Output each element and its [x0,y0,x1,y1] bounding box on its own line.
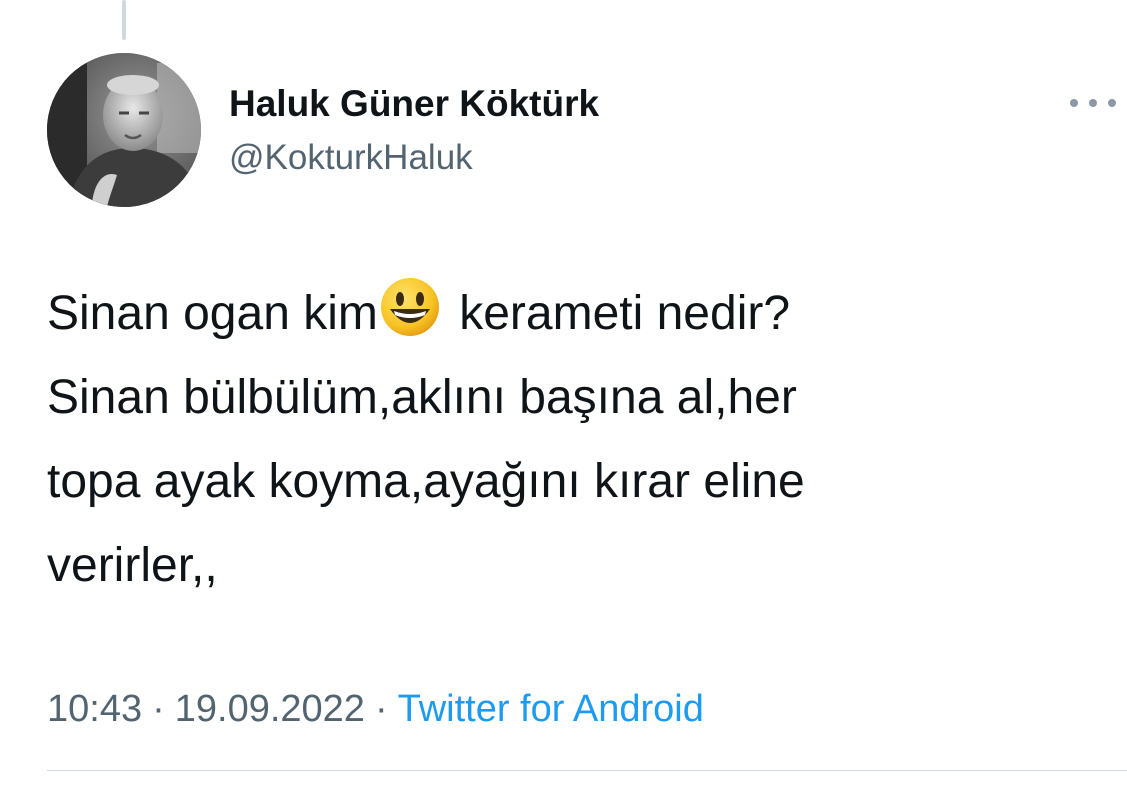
tweet-metadata: 10:43 · 19.09.2022 · Twitter for Android [47,684,704,734]
more-dots-icon [1070,99,1078,107]
tweet-text-segment: Sinan ogan kim [47,287,378,340]
author-handle[interactable]: @KokturkHaluk [229,136,473,180]
tweet-line-3: topa ayak koyma,ayağını kırar eline [47,455,805,508]
thread-connector-line [122,0,126,40]
meta-separator: · [374,688,388,730]
tweet-detail: Haluk Güner Köktürk @KokturkHaluk Sinan … [0,0,1127,786]
tweet-text-segment: kerameti nedir? [445,287,791,340]
grinning-face-emoji-icon [378,275,442,339]
more-dots-icon [1089,99,1097,107]
tweet-source-link[interactable]: Twitter for Android [398,688,704,730]
divider [47,770,1127,771]
tweet-date[interactable]: 19.09.2022 [175,688,365,730]
tweet-line-1: Sinan ogan kim kerameti nedir? [47,272,1067,356]
tweet-line-4: verirler,, [47,539,218,592]
avatar[interactable] [47,53,201,207]
author-display-name[interactable]: Haluk Güner Köktürk [229,80,599,128]
more-dots-icon [1108,99,1116,107]
tweet-line-2: Sinan bülbülüm,aklını başına al,her [47,371,797,424]
tweet-text: Sinan ogan kim kerameti nedir? Sinan bül… [47,272,1067,608]
tweet-time[interactable]: 10:43 [47,688,142,730]
meta-separator: · [152,688,165,730]
more-options-button[interactable] [1070,88,1116,118]
profile-photo-icon [47,53,201,207]
